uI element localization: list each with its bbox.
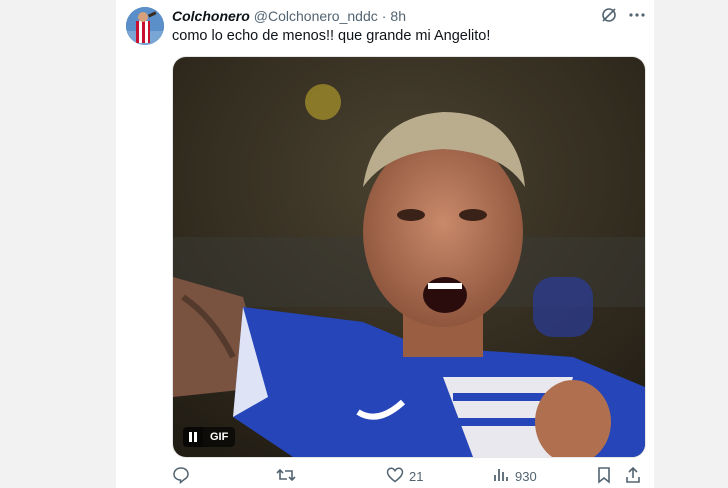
like-button[interactable]: 21 xyxy=(386,466,423,487)
views-icon xyxy=(492,466,510,487)
tweet-card[interactable]: Colchonero @Colchonero_nddc · 8h como lo… xyxy=(116,0,654,488)
timestamp[interactable]: 8h xyxy=(390,8,406,24)
like-icon xyxy=(386,466,404,487)
tweet-actions: 21 930 xyxy=(172,464,644,488)
pause-icon[interactable] xyxy=(183,427,203,447)
tweet-header: Colchonero @Colchonero_nddc · 8h xyxy=(172,6,646,26)
tweet-text: como lo echo de menos!! que grande mi An… xyxy=(172,28,491,44)
share-button[interactable] xyxy=(624,466,642,487)
separator: · xyxy=(381,8,387,24)
gif-label: GIF xyxy=(203,427,236,447)
share-icon xyxy=(624,466,642,487)
retweet-button[interactable] xyxy=(276,466,296,487)
gif-badge[interactable]: GIF xyxy=(183,427,236,447)
display-name[interactable]: Colchonero xyxy=(172,8,250,24)
reply-button[interactable] xyxy=(172,466,190,487)
header-actions xyxy=(600,6,646,29)
gif-frame xyxy=(173,57,645,457)
bookmark-button[interactable] xyxy=(596,466,612,487)
like-count: 21 xyxy=(409,469,424,484)
more-icon[interactable] xyxy=(628,6,646,29)
views-button[interactable]: 930 xyxy=(492,466,537,487)
reply-icon xyxy=(172,466,190,487)
tweet-media-gif[interactable]: GIF xyxy=(172,56,646,458)
user-handle[interactable]: @Colchonero_nddc xyxy=(254,8,378,24)
grok-icon[interactable] xyxy=(600,6,618,29)
view-count: 930 xyxy=(515,469,537,484)
retweet-icon xyxy=(276,466,296,487)
avatar[interactable] xyxy=(126,7,164,45)
avatar-image xyxy=(126,7,164,45)
bookmark-icon xyxy=(596,466,612,487)
